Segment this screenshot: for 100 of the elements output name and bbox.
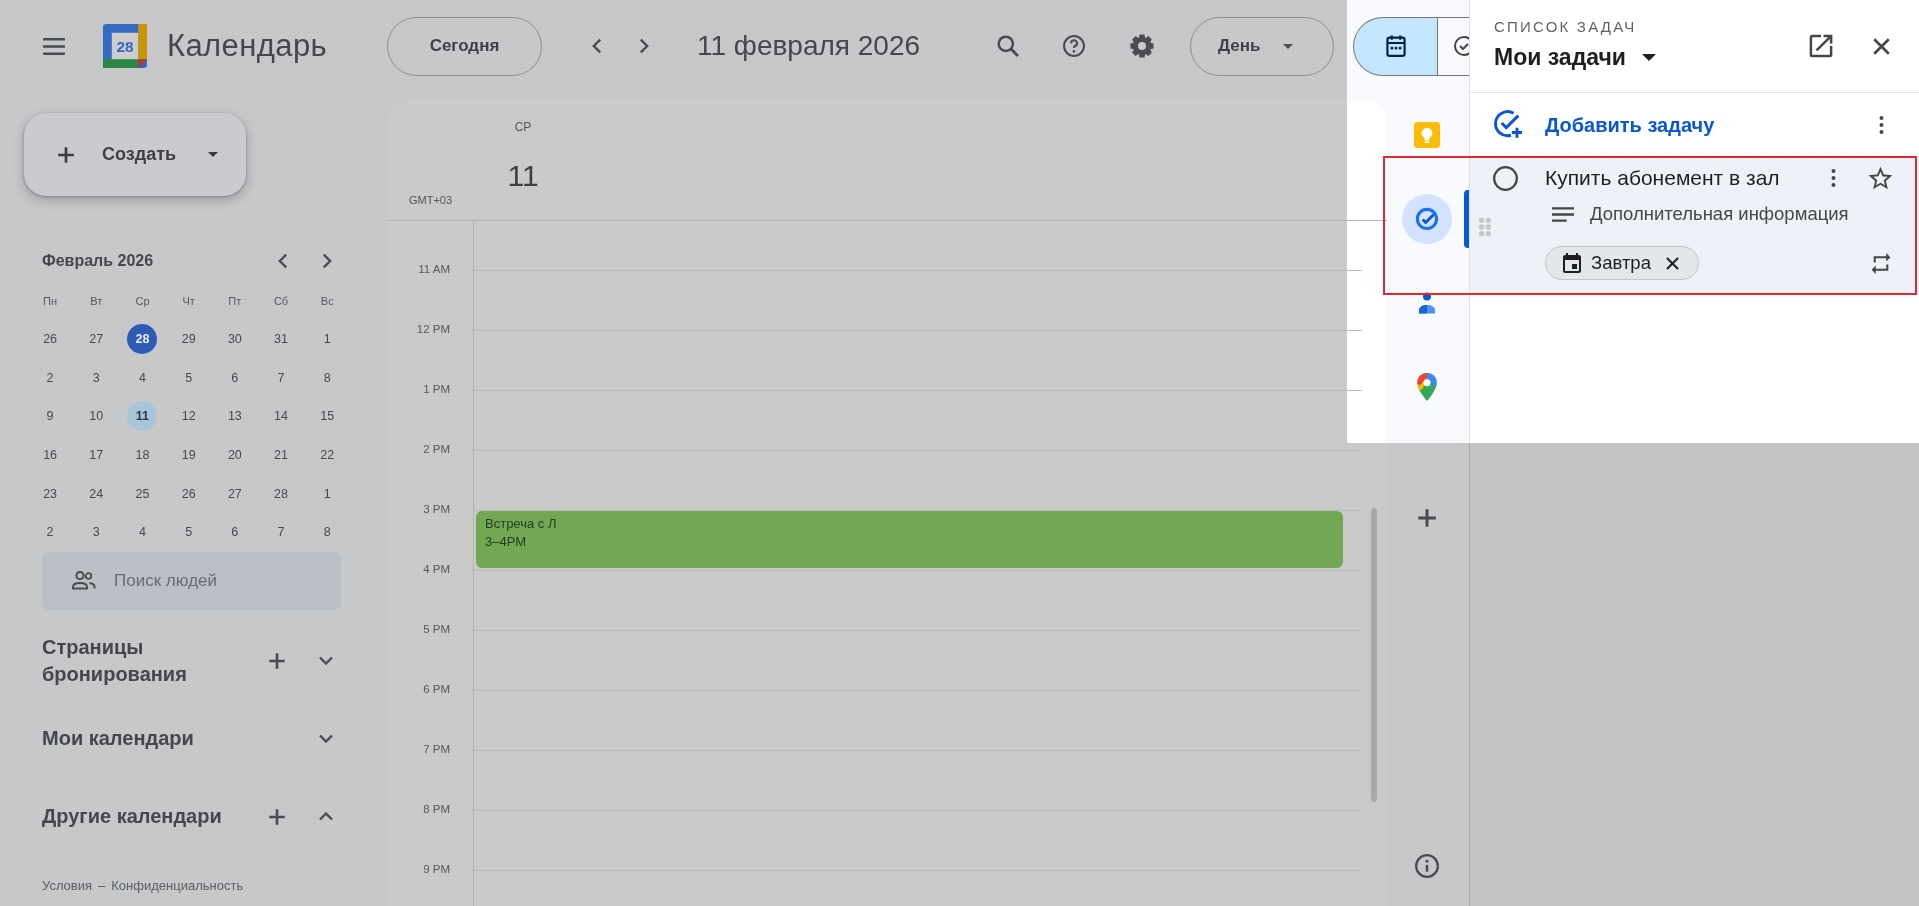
- close-icon[interactable]: [1873, 37, 1890, 55]
- star-icon[interactable]: [1868, 166, 1893, 190]
- calendar-day[interactable]: 7: [266, 362, 297, 393]
- add-task-link[interactable]: Добавить задачу: [1545, 109, 1715, 140]
- calendar-day[interactable]: 30: [219, 324, 250, 355]
- event-block[interactable]: Встреча с Л 3–4PM: [476, 511, 1343, 568]
- calendar-day[interactable]: 25: [127, 478, 158, 509]
- hour-label: 5 PM: [423, 622, 450, 638]
- search-icon[interactable]: [997, 35, 1019, 57]
- close-icon[interactable]: [1665, 256, 1679, 270]
- drag-handle-icon[interactable]: [1478, 217, 1492, 237]
- chevron-up-icon[interactable]: [319, 812, 333, 822]
- calendar-day[interactable]: 27: [219, 478, 250, 509]
- weekday-label: Пт: [228, 294, 242, 310]
- calendar-day[interactable]: 15: [312, 401, 343, 432]
- help-icon[interactable]: [1063, 35, 1085, 57]
- due-date-chip[interactable]: Завтра: [1545, 246, 1699, 280]
- section-title[interactable]: Другие календари: [42, 803, 259, 831]
- menu-icon[interactable]: [42, 37, 66, 55]
- calendar-day[interactable]: 6: [219, 517, 250, 548]
- calendar-day[interactable]: 28: [127, 324, 158, 355]
- weekday-label: Вт: [90, 294, 103, 310]
- calendar-day[interactable]: 5: [173, 517, 204, 548]
- footer-link[interactable]: Условия: [42, 877, 93, 894]
- calendar-day[interactable]: 28: [266, 478, 297, 509]
- calendar-day[interactable]: 10: [81, 401, 112, 432]
- calendar-day[interactable]: 5: [173, 362, 204, 393]
- plus-icon[interactable]: [1418, 509, 1436, 527]
- calendar-day[interactable]: 12: [173, 401, 204, 432]
- open-in-new-icon[interactable]: [1809, 34, 1833, 58]
- app-title: Календарь: [167, 26, 328, 65]
- task-checkbox[interactable]: [1493, 165, 1518, 191]
- date-title: 11 февраля 2026: [697, 29, 921, 63]
- calendar-day[interactable]: 27: [81, 324, 112, 355]
- calendar-day[interactable]: 29: [173, 324, 204, 355]
- calendar-day[interactable]: 31: [266, 324, 297, 355]
- people-search-field[interactable]: Поиск людей: [42, 551, 341, 610]
- caret-icon: [208, 152, 218, 157]
- calendar-day[interactable]: 4: [127, 517, 158, 548]
- create-button[interactable]: Создать: [24, 113, 246, 196]
- section-title[interactable]: Мои календари: [42, 725, 259, 753]
- repeat-icon[interactable]: [1870, 251, 1892, 275]
- section-title[interactable]: Страницы бронирования: [42, 633, 259, 688]
- hour-label: 1 PM: [423, 382, 450, 398]
- plus-icon[interactable]: [269, 652, 285, 669]
- calendar-day[interactable]: 22: [312, 440, 343, 471]
- chevron-left-icon[interactable]: [278, 253, 288, 269]
- calendar-day[interactable]: 4: [127, 362, 158, 393]
- calendar-icon: [1563, 253, 1581, 273]
- scrollbar-thumb[interactable]: [1371, 508, 1377, 802]
- details-field[interactable]: Дополнительная информация: [1590, 200, 1870, 228]
- plus-icon[interactable]: [58, 146, 74, 163]
- calendar-day[interactable]: 26: [35, 324, 66, 355]
- plus-icon[interactable]: [269, 808, 285, 825]
- chevron-right-icon[interactable]: [322, 253, 332, 269]
- view-toggle-button[interactable]: [1353, 16, 1437, 76]
- footer-link[interactable]: Конфиденциальность: [111, 877, 244, 894]
- calendar-day[interactable]: 2: [35, 517, 66, 548]
- calendar-day[interactable]: 2: [35, 362, 66, 393]
- calendar-day[interactable]: 18: [127, 440, 158, 471]
- calendar-day[interactable]: 6: [219, 362, 250, 393]
- calendar-day[interactable]: 11: [127, 401, 158, 432]
- day-number[interactable]: 11: [507, 156, 539, 196]
- hour-label: 6 PM: [423, 682, 450, 698]
- list-dropdown[interactable]: Мои задачи: [1494, 42, 1656, 72]
- calendar-day[interactable]: 1: [312, 324, 343, 355]
- more-icon[interactable]: [1831, 169, 1836, 187]
- chevron-right-icon[interactable]: [639, 38, 649, 54]
- calendar-day[interactable]: 7: [266, 517, 297, 548]
- calendar-day[interactable]: 14: [266, 401, 297, 432]
- calendar-day[interactable]: 8: [312, 362, 343, 393]
- weekday-label: Вс: [320, 294, 334, 310]
- calendar-day[interactable]: 26: [173, 478, 204, 509]
- calendar-day[interactable]: 1: [312, 478, 343, 509]
- chevron-down-icon[interactable]: [319, 656, 333, 666]
- weekday-label: Чт: [182, 294, 195, 310]
- calendar-day[interactable]: 3: [81, 517, 112, 548]
- info-icon[interactable]: [1415, 854, 1439, 878]
- settings-icon[interactable]: [1130, 34, 1154, 58]
- calendar-day[interactable]: 9: [35, 401, 66, 432]
- more-icon[interactable]: [1879, 115, 1884, 134]
- calendar-day[interactable]: 21: [266, 440, 297, 471]
- add-task-icon[interactable]: [1494, 110, 1523, 139]
- calendar-day[interactable]: 16: [35, 440, 66, 471]
- calendar-day[interactable]: 17: [81, 440, 112, 471]
- chevron-left-icon[interactable]: [592, 38, 602, 54]
- chevron-down-icon[interactable]: [319, 734, 333, 744]
- weekday-label: СР: [514, 119, 532, 136]
- calendar-day[interactable]: 23: [35, 478, 66, 509]
- calendar-day[interactable]: 24: [81, 478, 112, 509]
- calendar-day[interactable]: 8: [312, 517, 343, 548]
- task-title[interactable]: Купить абонемент в зал: [1545, 162, 1831, 194]
- calendar-day[interactable]: 13: [219, 401, 250, 432]
- calendar-day[interactable]: 19: [173, 440, 204, 471]
- map-pin-icon[interactable]: [1417, 373, 1437, 401]
- calendar-day[interactable]: 20: [219, 440, 250, 471]
- hour-label: 9 PM: [423, 862, 450, 878]
- timezone-label: GMT+03: [408, 192, 453, 208]
- task-row[interactable]: Купить абонемент в зал Дополнительная информация Завтра: [1470, 156, 1919, 295]
- calendar-day[interactable]: 3: [81, 362, 112, 393]
